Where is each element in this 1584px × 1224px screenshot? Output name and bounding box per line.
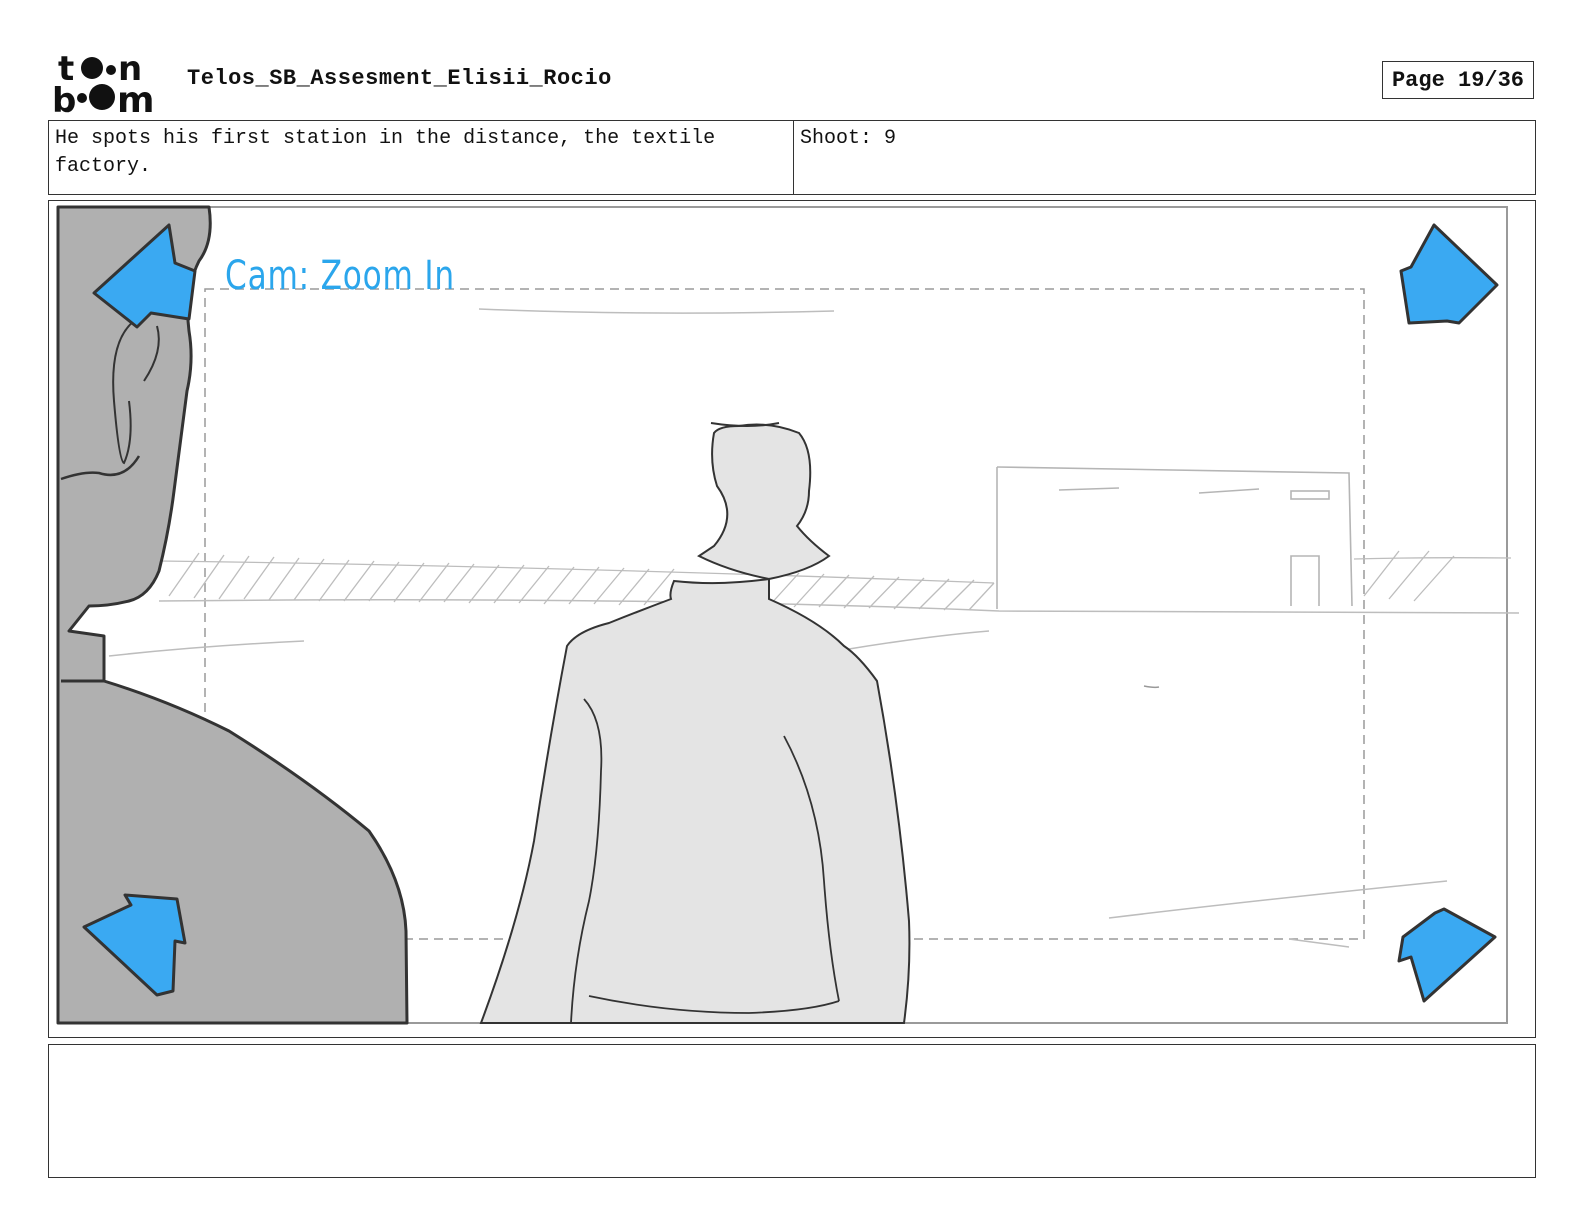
svg-text:m: m	[117, 80, 155, 114]
panel-notes	[48, 1044, 1536, 1178]
project-title: Telos_SB_Assesment_Elisii_Rocio	[187, 66, 612, 91]
page-number: Page 19/36	[1382, 61, 1534, 99]
storyboard-panel: Cam: Zoom In	[48, 200, 1536, 1038]
panel-info-row: He spots his first station in the distan…	[48, 120, 1536, 195]
camera-note: Cam: Zoom In	[225, 253, 455, 299]
panel-drawing	[56, 205, 1520, 1025]
svg-text:b: b	[52, 81, 76, 114]
shoot-number: Shoot: 9	[800, 127, 897, 150]
panel-description: He spots his first station in the distan…	[49, 121, 794, 194]
toon-boom-logo: t n b m	[50, 49, 165, 121]
